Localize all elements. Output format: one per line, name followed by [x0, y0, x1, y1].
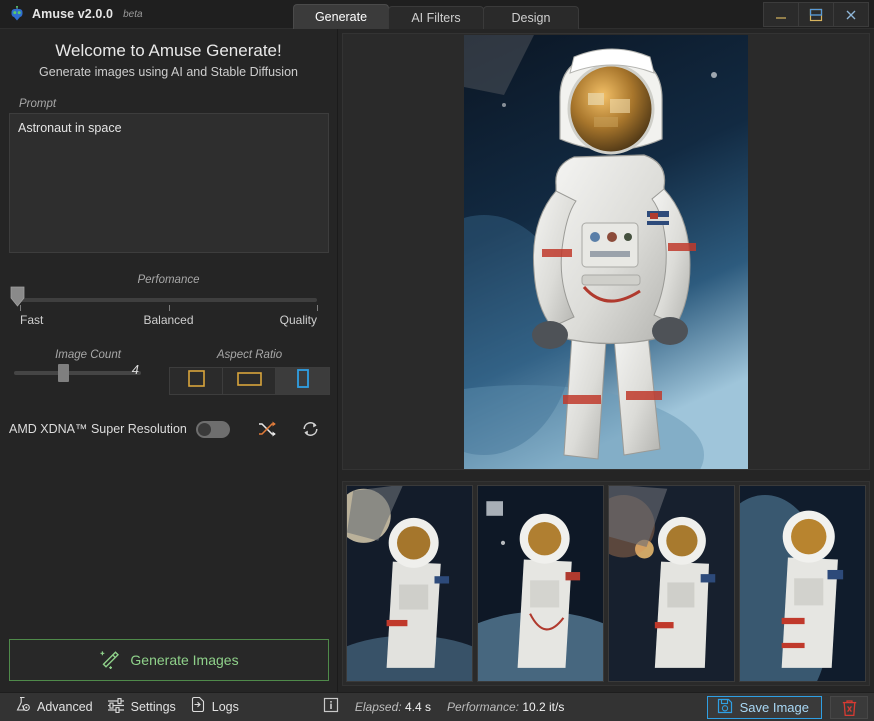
thumbnail-1-image: [347, 486, 472, 681]
aspect-ratio-landscape-button[interactable]: [223, 368, 276, 394]
advanced-button[interactable]: Advanced: [14, 696, 93, 718]
performance-slider-thumb[interactable]: [10, 286, 25, 307]
aspect-ratio-group: [169, 367, 330, 395]
count-aspect-row: Image Count 4 Aspect Ratio: [0, 349, 337, 395]
shuffle-button[interactable]: [250, 417, 284, 441]
floppy-disk-icon: [717, 698, 733, 717]
performance-stat-label: Performance:: [447, 700, 519, 714]
restore-button[interactable]: [798, 2, 834, 27]
performance-tick-quality: Quality: [280, 313, 317, 327]
aspect-portrait-icon: [296, 369, 310, 393]
save-image-label: Save Image: [740, 700, 809, 715]
thumbnail-2-image: [478, 486, 603, 681]
logs-icon: [190, 696, 206, 718]
elapsed-label: Elapsed:: [355, 700, 402, 714]
thumbnail-3-image: [609, 486, 734, 681]
image-count-section: Image Count 4: [7, 349, 169, 375]
refresh-icon: [294, 417, 328, 441]
main-tabs: Generate AI Filters Design: [293, 0, 578, 29]
elapsed-value: 4.4 s: [405, 700, 431, 714]
performance-stat-value: 10.2 it/s: [522, 700, 564, 714]
generate-images-button[interactable]: Generate Images: [9, 639, 329, 681]
page-subtitle: Generate images using AI and Stable Diff…: [0, 63, 337, 81]
aspect-landscape-icon: [237, 370, 262, 392]
tab-ai-filters[interactable]: AI Filters: [388, 6, 484, 29]
image-count-value: 4: [132, 362, 139, 377]
performance-stat: Performance: 10.2 it/s: [447, 700, 564, 714]
preview-image: [464, 35, 748, 469]
info-icon: [323, 697, 339, 713]
thumbnail-1[interactable]: [346, 485, 473, 682]
amuse-app-window: Amuse v2.0.0 beta Generate AI Filters De…: [0, 0, 874, 721]
info-button[interactable]: [323, 697, 339, 718]
status-bar: Advanced Settings: [0, 692, 874, 721]
window-controls: [764, 2, 869, 27]
app-brand: Amuse v2.0.0 beta: [0, 6, 143, 22]
performance-ticks: [20, 305, 317, 312]
right-preview-panel: [338, 29, 874, 692]
super-resolution-row: AMD XDNA™ Super Resolution: [0, 417, 337, 441]
shuffle-icon: [250, 417, 284, 441]
left-control-panel: Welcome to Amuse Generate! Generate imag…: [0, 29, 338, 692]
performance-tick-labels: Fast Balanced Quality: [18, 313, 319, 329]
toggle-knob: [198, 423, 211, 436]
aspect-ratio-portrait-button[interactable]: [276, 368, 329, 394]
performance-slider[interactable]: [20, 298, 317, 302]
performance-label: Perfomance: [9, 274, 328, 286]
prompt-section: Prompt: [0, 81, 337, 258]
logs-label: Logs: [212, 700, 239, 714]
refresh-button[interactable]: [294, 417, 328, 441]
thumbnail-4-image: [740, 486, 865, 681]
close-button[interactable]: [833, 2, 869, 27]
tab-generate[interactable]: Generate: [293, 4, 389, 29]
generate-images-label: Generate Images: [130, 652, 238, 668]
mode-buttons: [250, 417, 328, 441]
page-title: Welcome to Amuse Generate!: [0, 40, 337, 62]
performance-section: Perfomance Fast Balanced Quality: [0, 274, 337, 329]
save-image-button[interactable]: Save Image: [707, 696, 822, 719]
magic-wand-icon: [99, 650, 121, 670]
app-name: Amuse v2.0.0: [32, 7, 113, 21]
bot-icon: [9, 6, 25, 22]
beta-tag: beta: [123, 9, 142, 20]
aspect-ratio-square-button[interactable]: [170, 368, 223, 394]
settings-label: Settings: [131, 700, 176, 714]
trash-delete-icon: [841, 699, 858, 717]
performance-tick-fast: Fast: [20, 313, 43, 327]
advanced-label: Advanced: [37, 700, 93, 714]
super-resolution-label: AMD XDNA™ Super Resolution: [9, 422, 187, 436]
flask-gear-icon: [14, 696, 31, 718]
tab-design[interactable]: Design: [483, 6, 579, 29]
delete-image-button[interactable]: [830, 696, 868, 719]
thumbnail-3[interactable]: [608, 485, 735, 682]
sliders-icon: [107, 697, 125, 718]
image-count-slider[interactable]: 4: [14, 371, 141, 375]
generated-image-preview[interactable]: [342, 33, 870, 470]
thumbnail-strip: [342, 481, 870, 686]
settings-button[interactable]: Settings: [107, 697, 176, 718]
prompt-input[interactable]: [9, 113, 329, 253]
aspect-square-icon: [188, 370, 205, 392]
welcome-block: Welcome to Amuse Generate! Generate imag…: [0, 29, 337, 81]
elapsed-stat: Elapsed: 4.4 s: [355, 700, 431, 714]
image-count-slider-thumb[interactable]: [58, 364, 69, 382]
title-bar: Amuse v2.0.0 beta Generate AI Filters De…: [0, 0, 874, 29]
logs-button[interactable]: Logs: [190, 696, 239, 718]
image-count-label: Image Count: [7, 349, 169, 361]
aspect-ratio-section: Aspect Ratio: [169, 349, 330, 395]
performance-tick-balanced: Balanced: [143, 313, 193, 327]
super-resolution-toggle[interactable]: [196, 421, 230, 438]
aspect-ratio-label: Aspect Ratio: [169, 349, 330, 361]
thumbnail-2[interactable]: [477, 485, 604, 682]
minimize-button[interactable]: [763, 2, 799, 27]
prompt-label: Prompt: [9, 98, 328, 113]
thumbnail-4[interactable]: [739, 485, 866, 682]
